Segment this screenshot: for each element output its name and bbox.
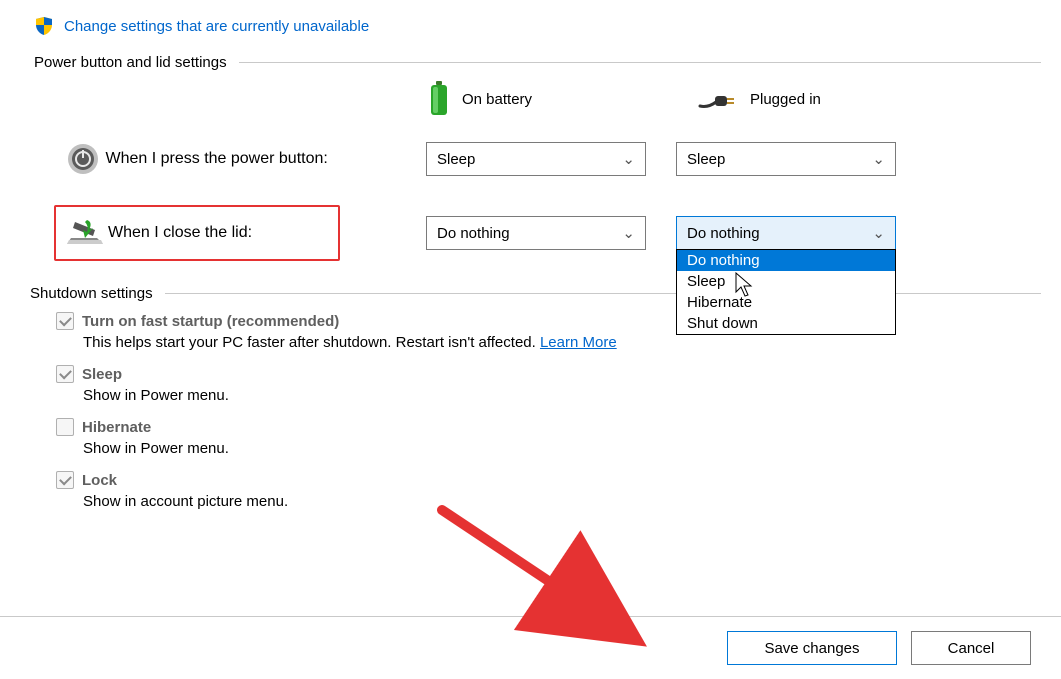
close-lid-label: When I close the lid: [108,224,252,242]
battery-icon [428,81,450,117]
col-on-battery: On battery [428,81,648,117]
save-changes-button[interactable]: Save changes [727,631,897,665]
power-icon [66,142,100,176]
close-lid-battery-select[interactable]: Do nothing ⌄ [426,216,646,250]
column-headers: On battery Plugged in [428,81,1041,117]
shield-icon [34,16,54,36]
section-power-button-and-lid: Power button and lid settings [34,54,1041,71]
chevron-down-icon: ⌄ [622,150,635,168]
power-button-plugged-select[interactable]: Sleep ⌄ [676,142,896,176]
dropdown-option-shut-down[interactable]: Shut down [677,313,895,334]
uac-link-text[interactable]: Change settings that are currently unava… [64,18,369,35]
close-lid-plugged-dropdown: Do nothing Sleep Hibernate Shut down [676,249,896,335]
power-button-battery-select[interactable]: Sleep ⌄ [426,142,646,176]
dropdown-option-do-nothing[interactable]: Do nothing [677,250,895,271]
close-lid-highlight: When I close the lid: [54,205,340,261]
lock-checkbox[interactable] [56,471,74,489]
shutdown-sleep: Sleep Show in Power menu. [56,365,1041,404]
hibernate-checkbox[interactable] [56,418,74,436]
footer: Save changes Cancel [0,616,1061,679]
close-lid-plugged-select[interactable]: Do nothing ⌄ [676,216,896,250]
learn-more-link[interactable]: Learn More [540,334,617,351]
col-plugged-in: Plugged in [698,88,918,110]
cancel-button[interactable]: Cancel [911,631,1031,665]
dropdown-option-hibernate[interactable]: Hibernate [677,292,895,313]
uac-change-link[interactable]: Change settings that are currently unava… [34,16,1041,36]
chevron-down-icon: ⌄ [872,224,885,242]
row-power-button: When I press the power button: Sleep ⌄ S… [48,131,1041,187]
row-close-lid: When I close the lid: Do nothing ⌄ Do no… [48,205,1041,261]
fast-startup-checkbox[interactable] [56,312,74,330]
sleep-checkbox[interactable] [56,365,74,383]
shutdown-hibernate: Hibernate Show in Power menu. [56,418,1041,457]
chevron-down-icon: ⌄ [872,150,885,168]
dropdown-option-sleep[interactable]: Sleep [677,271,895,292]
power-button-label: When I press the power button: [105,150,414,168]
laptop-lid-icon [65,218,105,248]
chevron-down-icon: ⌄ [622,224,635,242]
plug-icon [698,88,738,110]
shutdown-lock: Lock Show in account picture menu. [56,471,1041,510]
